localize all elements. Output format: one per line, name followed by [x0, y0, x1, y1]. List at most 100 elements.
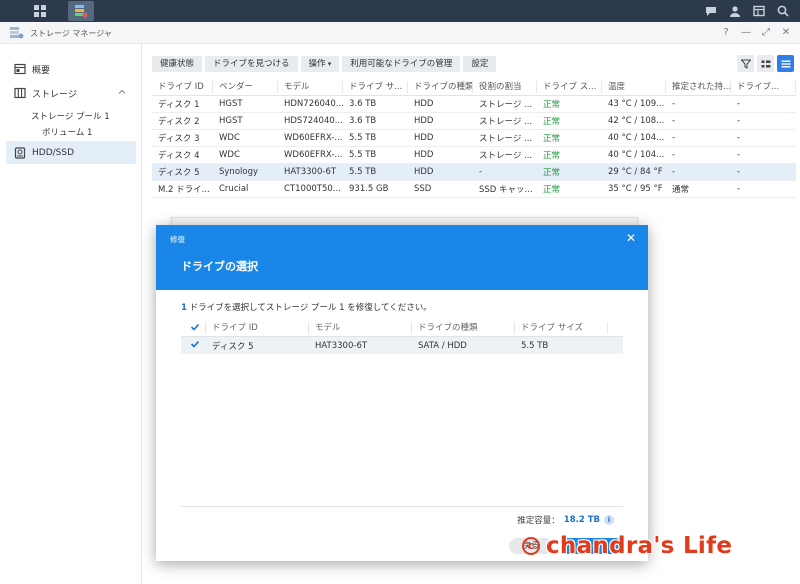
- cell-role: ストレージ ...: [479, 100, 533, 110]
- column-header[interactable]: ドライブ ID: [206, 322, 309, 334]
- cell-temperature: 42 °C / 108...: [608, 116, 665, 126]
- column-header[interactable]: モデル: [309, 322, 412, 334]
- dialog-header: 修復 ✕ ドライブの選択: [156, 225, 648, 290]
- cell-temperature: 29 °C / 84 °F: [608, 167, 663, 177]
- cell-role: SSD キャッ...: [479, 185, 533, 195]
- column-header[interactable]: 役割の割当: [473, 81, 537, 93]
- cell-drive-status: 正常: [543, 117, 561, 127]
- maximize-button[interactable]: ⤢: [760, 26, 772, 40]
- cell-drive-status: 正常: [543, 185, 561, 195]
- cell-estimated-life: -: [672, 116, 676, 126]
- cell-role: ストレージ ...: [479, 134, 533, 144]
- cell-drive-size: 5.5 TB: [349, 133, 377, 143]
- cell-vendor: Crucial: [219, 184, 249, 194]
- cell-drive-status: 正常: [543, 100, 561, 110]
- capacity-label: 推定容量：: [517, 516, 560, 526]
- column-header[interactable]: ドライブの種類: [408, 81, 473, 93]
- dsm-taskbar: [0, 0, 800, 22]
- table-row[interactable]: ディスク 5 Synology HAT3300-6T 5.5 TB HDD - 正常 29 °…: [152, 164, 796, 181]
- table-row[interactable]: ディスク 5 HAT3300-6T SATA / HDD 5.5 TB: [181, 337, 623, 354]
- column-header[interactable]: モデル: [278, 81, 343, 93]
- close-window-button[interactable]: ✕: [780, 26, 792, 40]
- settings-button[interactable]: 設定: [463, 56, 497, 72]
- cell-model: HAT3300-6T: [284, 167, 337, 177]
- filter-icon[interactable]: [737, 55, 754, 72]
- table-row[interactable]: ディスク 4 WDC WD60EFRX-... 5.5 TB HDD ストレージ ... 正…: [152, 147, 796, 164]
- column-header[interactable]: ドライブ ス...: [537, 81, 602, 93]
- cell-temperature: 40 °C / 104...: [608, 150, 665, 160]
- table-row[interactable]: ディスク 3 WDC WD60EFRX-... 5.5 TB HDD ストレージ ... 正…: [152, 130, 796, 147]
- cell-vendor: WDC: [219, 133, 240, 143]
- column-header[interactable]: ベンダー: [213, 81, 278, 93]
- cell-drive-extra: -: [737, 167, 741, 177]
- grid-view-icon[interactable]: [757, 55, 774, 72]
- cell-estimated-life: -: [672, 133, 676, 143]
- cell-model: WD60EFRX-...: [284, 133, 343, 143]
- cell-drive-status: 正常: [543, 168, 561, 178]
- widgets-icon[interactable]: [750, 2, 768, 20]
- table-row[interactable]: ディスク 1 HGST HDN726040... 3.6 TB HDD ストレージ ...…: [152, 96, 796, 113]
- cell-drive-type: HDD: [414, 150, 434, 160]
- sidebar-item-label: ストレージ: [32, 89, 77, 100]
- cell-drive-status: 正常: [543, 134, 561, 144]
- search-icon[interactable]: [774, 2, 792, 20]
- cell-drive-extra: -: [737, 184, 741, 194]
- checkbox-checked-icon[interactable]: [190, 339, 200, 349]
- column-header[interactable]: ドライブ ID: [152, 81, 213, 93]
- list-view-icon[interactable]: [777, 55, 794, 72]
- column-header[interactable]: 温度: [602, 81, 666, 93]
- chat-icon[interactable]: [702, 2, 720, 20]
- health-status-button[interactable]: 健康状態: [152, 56, 203, 72]
- column-header[interactable]: 推定された持...: [666, 81, 731, 93]
- table-row[interactable]: M.2 ドライ... Crucial CT1000T50... 931.5 GB SSD…: [152, 181, 796, 198]
- sidebar-item-overview[interactable]: 概要: [6, 58, 136, 80]
- sidebar-item-label: HDD/SSD: [32, 147, 75, 158]
- dialog-description: 1 ドライブを選択してストレージ プール 1 を修復してください。: [181, 301, 432, 313]
- user-icon[interactable]: [726, 2, 744, 20]
- cell-estimated-life: -: [672, 150, 676, 160]
- cell-role: -: [479, 167, 483, 177]
- info-icon[interactable]: i: [604, 515, 614, 525]
- column-header[interactable]: ドライブ...: [731, 81, 796, 93]
- cell-estimated-life: -: [672, 167, 676, 177]
- cell-drive-type: HDD: [414, 167, 434, 177]
- cell-drive-extra: -: [737, 99, 741, 109]
- watermark: c chandra's Life: [522, 533, 732, 559]
- help-button[interactable]: ?: [720, 26, 732, 40]
- cell-drive-size: 5.5 TB: [349, 150, 377, 160]
- sidebar-item-storage[interactable]: ストレージ: [6, 82, 136, 104]
- cell-drive-type: HDD: [414, 99, 434, 109]
- cell-model: CT1000T50...: [284, 184, 341, 194]
- cell-drive-extra: -: [737, 150, 741, 160]
- storage-icon: [14, 87, 26, 99]
- table-header: ドライブ ID モデル ドライブの種類 ドライブ サイズ: [181, 320, 623, 337]
- column-header[interactable]: ドライブの種類: [412, 322, 515, 334]
- cell-drive-id: ディスク 1: [158, 100, 200, 110]
- select-all-checkbox-icon[interactable]: [190, 322, 200, 332]
- cell-drive-extra: -: [737, 116, 741, 126]
- cell-temperature: 40 °C / 104...: [608, 133, 665, 143]
- table-row[interactable]: ディスク 2 HGST HDS724040... 3.6 TB HDD ストレージ ...…: [152, 113, 796, 130]
- chevron-up-icon[interactable]: [118, 88, 126, 96]
- sidebar-item-hdd-ssd[interactable]: HDD/SSD: [6, 141, 136, 164]
- table-header: ドライブ ID ベンダー モデル ドライブ サ... ドライブの種類 役割の割当…: [152, 79, 796, 96]
- storage-manager-taskbar-icon[interactable]: [68, 1, 94, 21]
- repair-dialog: 修復 ✕ ドライブの選択 1 ドライブを選択してストレージ プール 1 を修復し…: [156, 225, 648, 561]
- main-menu-icon[interactable]: [30, 2, 50, 20]
- cell-temperature: 43 °C / 109...: [608, 99, 665, 109]
- cell-drive-id: M.2 ドライ...: [158, 185, 210, 195]
- action-dropdown-button[interactable]: 操作: [300, 56, 340, 72]
- minimize-button[interactable]: —: [740, 26, 752, 40]
- cell-model: HDN726040...: [284, 99, 343, 109]
- hdd-icon: [14, 146, 26, 159]
- close-icon[interactable]: ✕: [626, 231, 636, 245]
- storage-manager-app-icon: [10, 27, 24, 39]
- find-drive-button[interactable]: ドライブを見つける: [205, 56, 298, 72]
- cell-drive-size: 3.6 TB: [349, 116, 377, 126]
- manage-available-drives-button[interactable]: 利用可能なドライブの管理: [342, 56, 461, 72]
- sidebar-item-volume-1[interactable]: ボリューム 1: [42, 126, 92, 138]
- drive-table: ドライブ ID ベンダー モデル ドライブ サ... ドライブの種類 役割の割当…: [152, 79, 796, 198]
- column-header[interactable]: ドライブ サイズ: [515, 322, 608, 334]
- column-header[interactable]: ドライブ サ...: [343, 81, 408, 93]
- sidebar-item-storage-pool-1[interactable]: ストレージ プール 1: [31, 110, 110, 122]
